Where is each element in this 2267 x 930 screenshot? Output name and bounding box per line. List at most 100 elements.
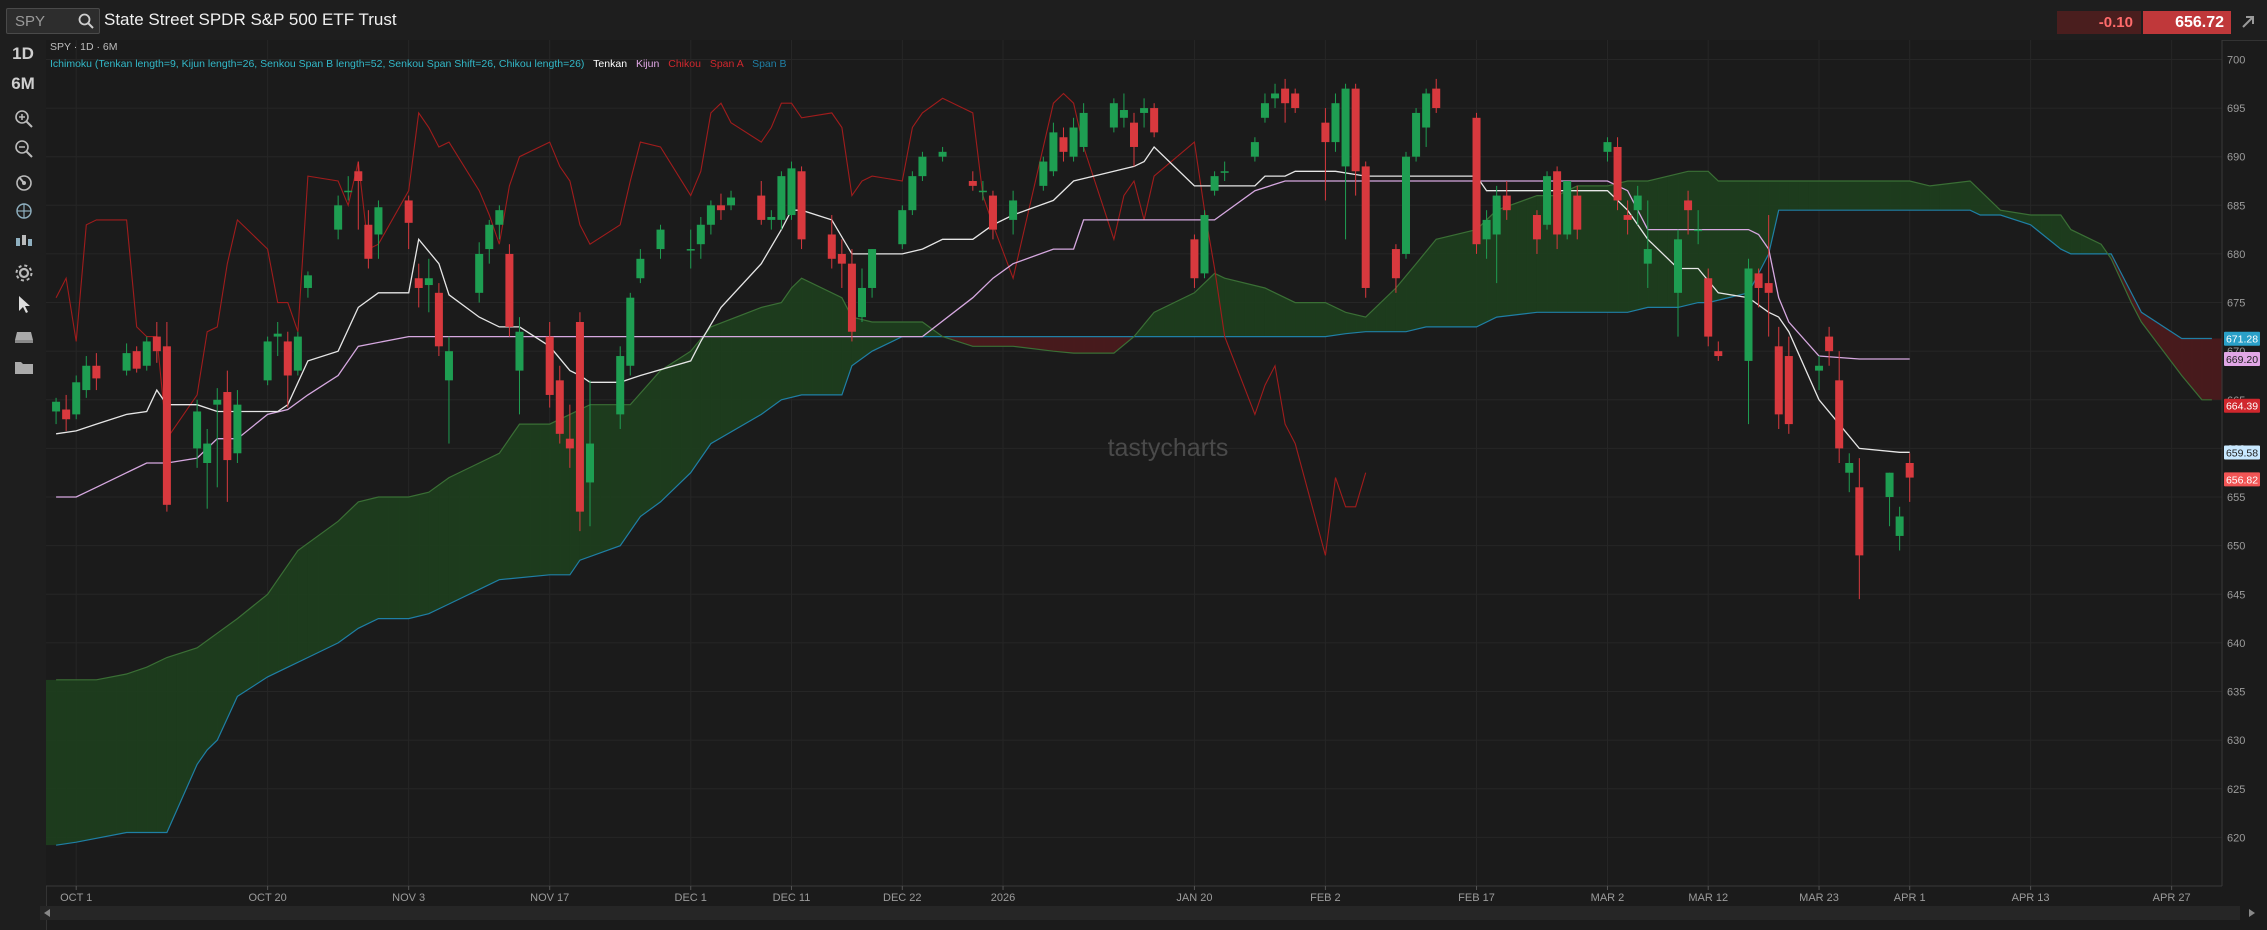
chart-area[interactable]: tastycharts SPY · 1D · 6M Ichimoku (Tenk… bbox=[0, 0, 2267, 930]
cloud-segment bbox=[1798, 181, 1810, 211]
candle-body bbox=[1532, 215, 1541, 240]
y-tick-label: 635 bbox=[2227, 687, 2245, 699]
candle-body bbox=[404, 200, 413, 223]
x-tick-label: APR 27 bbox=[2153, 892, 2191, 904]
candle-body bbox=[1402, 156, 1410, 254]
x-tick-label: JAN 20 bbox=[1176, 892, 1212, 904]
cloud-segment bbox=[731, 315, 742, 432]
cloud-segment bbox=[1224, 278, 1236, 337]
candle-body bbox=[858, 287, 866, 318]
cloud-segment bbox=[499, 438, 511, 580]
candle-body bbox=[273, 333, 282, 337]
candle-body bbox=[1321, 122, 1330, 143]
cloud-segment bbox=[771, 302, 783, 408]
cloud-segment bbox=[751, 307, 762, 421]
cloud-segment bbox=[197, 640, 208, 765]
candle-body bbox=[908, 176, 917, 211]
candle-body bbox=[283, 341, 292, 376]
x-axis[interactable]: OCT 1 OCT 20 NOV 3 NOV 17 DEC 1 DEC 11 DEC 22 2… bbox=[60, 886, 2191, 904]
candle-body bbox=[82, 365, 91, 391]
cloud-segment bbox=[1083, 336, 1095, 354]
candle-body bbox=[1482, 219, 1491, 240]
cloud-segment bbox=[1617, 181, 1629, 313]
cloud-segment bbox=[519, 424, 531, 578]
cloud-segment bbox=[408, 494, 420, 619]
candle-body bbox=[616, 356, 625, 415]
y-tick-label: 645 bbox=[2227, 589, 2245, 601]
cloud-segment bbox=[1889, 181, 1901, 211]
cloud-segment bbox=[1587, 185, 1599, 313]
x-tick-label: DEC 1 bbox=[675, 892, 707, 904]
candle-body bbox=[1291, 93, 1300, 109]
cloud-segment bbox=[1446, 234, 1457, 327]
candle-body bbox=[1815, 365, 1824, 371]
cloud-segment bbox=[1859, 181, 1871, 211]
x-tick-label: APR 13 bbox=[2012, 892, 2050, 904]
candle-body bbox=[495, 210, 504, 225]
candle-body bbox=[1674, 239, 1682, 293]
cloud-segment bbox=[640, 381, 652, 517]
legend-tenkan: Tenkan bbox=[593, 58, 627, 70]
cloud-segment bbox=[710, 322, 722, 444]
candle-body bbox=[203, 443, 212, 463]
candle-body bbox=[193, 411, 202, 449]
cloud-segment bbox=[529, 424, 541, 577]
scroll-right-icon[interactable] bbox=[2249, 909, 2255, 917]
cloud-segment bbox=[1073, 336, 1085, 354]
candle-body bbox=[1845, 463, 1854, 473]
x-tick-label: DEC 22 bbox=[883, 892, 922, 904]
candle-body bbox=[827, 234, 836, 259]
horizontal-scrollbar[interactable] bbox=[40, 906, 2240, 920]
candle-body bbox=[485, 224, 494, 250]
candle-body bbox=[364, 224, 373, 259]
candle-body bbox=[1643, 249, 1652, 264]
candle-body bbox=[1039, 161, 1048, 186]
candle-body bbox=[1472, 117, 1481, 245]
price-label-text: 659.58 bbox=[2226, 447, 2258, 459]
candle-body bbox=[303, 275, 312, 288]
candle-body bbox=[1412, 112, 1421, 157]
cloud-segment bbox=[630, 393, 641, 532]
candle-body bbox=[968, 181, 977, 186]
cloud-segment bbox=[1315, 302, 1327, 337]
candle-body bbox=[344, 190, 353, 193]
candle-body bbox=[1140, 108, 1149, 113]
study-legend: Ichimoku (Tenkan length=9, Kijun length=… bbox=[50, 58, 787, 70]
candle-body bbox=[1633, 195, 1642, 211]
cloud-segment bbox=[46, 679, 57, 846]
cloud-segment bbox=[670, 357, 682, 493]
y-tick-label: 640 bbox=[2227, 638, 2245, 650]
candle-body bbox=[545, 336, 554, 395]
legend-span-b: Span B bbox=[752, 58, 786, 70]
candle-body bbox=[374, 207, 383, 235]
candle-body bbox=[1271, 93, 1280, 99]
cloud-segment bbox=[1829, 181, 1840, 211]
candle-body bbox=[777, 176, 786, 220]
cloud-segment bbox=[146, 662, 158, 833]
candle-body bbox=[575, 322, 584, 512]
x-tick-label: MAR 2 bbox=[1591, 892, 1625, 904]
x-tick-label: FEB 2 bbox=[1310, 892, 1341, 904]
cloud-segment bbox=[1939, 183, 1951, 211]
candle-body bbox=[142, 341, 151, 366]
candle-body bbox=[1391, 249, 1400, 279]
cloud-segment bbox=[297, 543, 309, 663]
candle-body bbox=[1079, 112, 1088, 147]
candle-body bbox=[1825, 336, 1834, 352]
cloud-segment bbox=[1728, 181, 1740, 298]
cloud-segment bbox=[348, 501, 359, 636]
cloud-segment bbox=[156, 657, 168, 833]
price-axis-labels: 671.28 669.20 664.39 659.58 656.82 bbox=[2224, 331, 2260, 487]
cloud-segment bbox=[1275, 292, 1286, 337]
cloud-segment bbox=[267, 579, 279, 677]
cloud-segment bbox=[1909, 181, 1921, 211]
candle-body bbox=[334, 205, 343, 230]
y-tick-label: 685 bbox=[2227, 200, 2245, 212]
candle-body bbox=[1553, 171, 1562, 235]
candle-body bbox=[636, 258, 645, 279]
candle-body bbox=[1764, 283, 1773, 293]
cloud-segment bbox=[66, 679, 77, 844]
candle-body bbox=[515, 331, 524, 371]
cloud-segment bbox=[1426, 239, 1437, 327]
candle-body bbox=[444, 351, 453, 381]
